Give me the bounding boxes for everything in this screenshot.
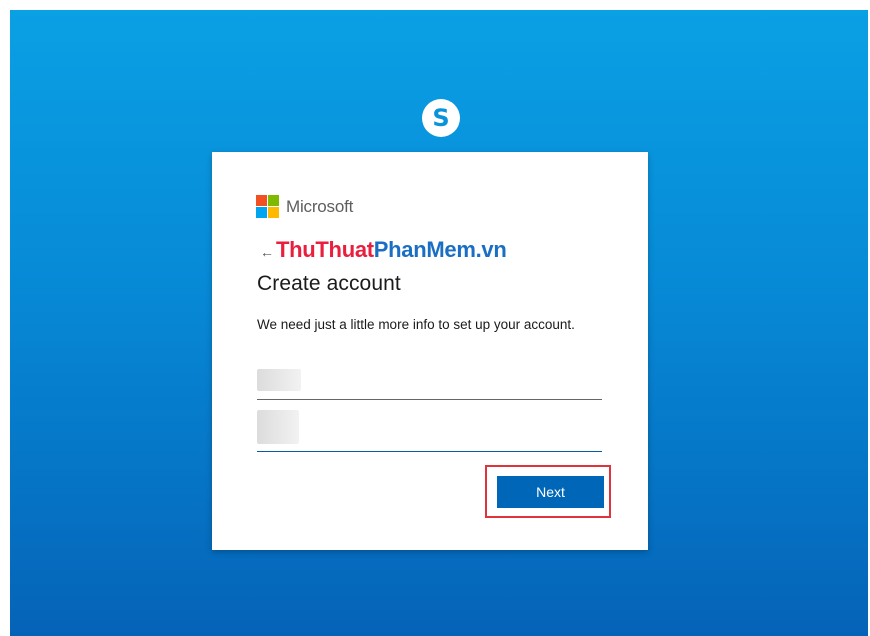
watermark-part2: PhanMem.vn <box>373 237 507 262</box>
watermark-part1: ThuThuat <box>276 237 374 262</box>
input-field-2[interactable] <box>257 410 602 452</box>
page-title: Create account <box>257 272 401 295</box>
arrow-left-icon[interactable]: ← <box>260 244 274 260</box>
skype-logo-icon: S <box>422 99 460 137</box>
microsoft-logo-icon <box>256 195 279 218</box>
back-row: ← ThuThuatPhanMem.vn <box>260 237 507 263</box>
signup-card: Microsoft ← ThuThuatPhanMem.vn Create ac… <box>212 152 648 550</box>
redacted-value <box>257 410 299 444</box>
skype-logo-glyph: S <box>432 104 450 132</box>
redacted-value <box>257 369 301 391</box>
input-field-1[interactable] <box>257 368 602 400</box>
next-button[interactable]: Next <box>497 476 604 508</box>
page-description: We need just a little more info to set u… <box>257 317 575 332</box>
microsoft-wordmark: Microsoft <box>286 196 354 216</box>
watermark: ThuThuatPhanMem.vn <box>276 237 507 263</box>
microsoft-brand: Microsoft <box>256 195 353 218</box>
